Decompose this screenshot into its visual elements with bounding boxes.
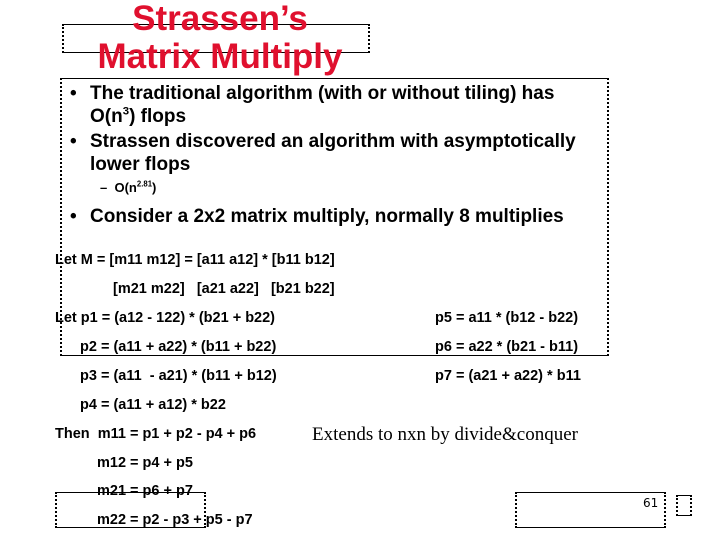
eq-p2: p2 = (a11 + a22) * (b11 + b22): [80, 339, 277, 355]
bullet-text-line-2: O(n3) flops: [90, 105, 187, 127]
bullet-dot: •: [70, 83, 77, 104]
eq-m11: Then m11 = p1 + p2 - p4 + p6: [55, 426, 257, 442]
sub-bullet-dash: –: [100, 180, 108, 195]
bullet-consider: • Consider a 2x2 matrix multiply, normal…: [70, 205, 564, 228]
bullet-strassen: • Strassen discovered an algorithm with …: [70, 130, 576, 176]
bullet-text: Consider a 2x2 matrix multiply, normally…: [90, 206, 564, 227]
eq-m22: m22 = p2 - p3 + p5 - p7: [97, 512, 253, 528]
eq-p4: p4 = (a11 + a12) * b22: [80, 397, 226, 413]
bullet-text: The traditional algorithm (with or witho…: [90, 83, 555, 104]
slide-title: Strassen’s Matrix Multiply: [60, 0, 380, 76]
bullet-dot: •: [70, 206, 77, 227]
slide-number: 61: [643, 496, 659, 510]
bullet-text-line-2: lower flops: [90, 154, 191, 175]
eq-p3: p3 = (a11 - a21) * (b11 + b12): [80, 368, 277, 384]
title-line-1: Strassen’s: [132, 0, 308, 38]
eq-let-m: Let M = [m11 m12] = [a11 a12] * [b11 b12…: [55, 252, 335, 268]
eq-p7: p7 = (a21 + a22) * b11: [435, 368, 581, 384]
eq-m21: m21 = p6 + p7: [97, 483, 193, 499]
small-placeholder-box: [676, 495, 692, 516]
eq-p1: Let p1 = (a12 - 122) * (b21 + b22): [55, 310, 276, 326]
eq-p6: p6 = a22 * (b21 - b11): [435, 339, 579, 355]
note-divide-conquer: Extends to nxn by divide&conquer: [312, 424, 578, 445]
eq-matrix-row-2: [m21 m22] [a21 a22] [b21 b22]: [113, 281, 335, 297]
bullet-traditional: • The traditional algorithm (with or wit…: [70, 82, 555, 128]
eq-m12: m12 = p4 + p5: [97, 455, 193, 471]
eq-p5: p5 = a11 * (b12 - b22): [435, 310, 579, 326]
title-line-2: Matrix Multiply: [97, 37, 343, 76]
bullet-dot: •: [70, 131, 77, 152]
bullet-text: Strassen discovered an algorithm with as…: [90, 131, 576, 152]
sub-bullet-complexity: – O(n2.81): [100, 179, 157, 195]
